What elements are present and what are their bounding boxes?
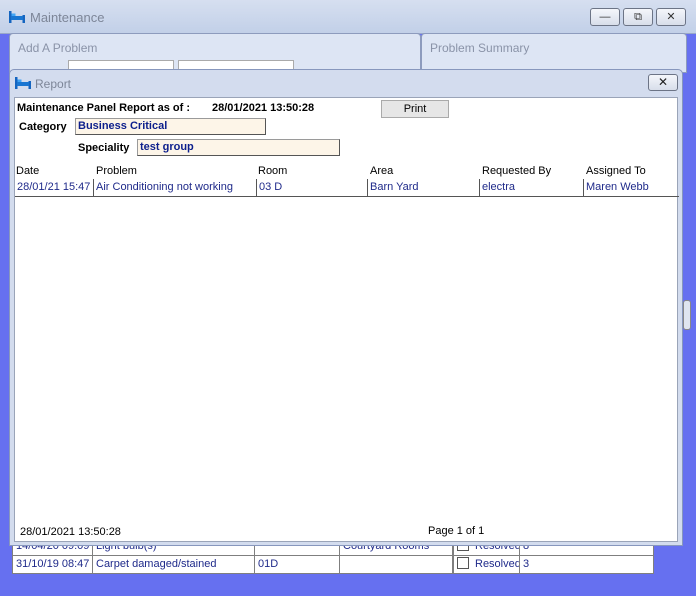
bg-row-room: 01D — [254, 555, 340, 574]
footer-datetime: 28/01/2021 13:50:28 — [20, 526, 121, 538]
main-window-title: Maintenance — [30, 10, 105, 25]
speciality-label: Speciality — [78, 142, 130, 154]
col-header-area: Area — [370, 165, 394, 177]
main-close-button[interactable]: ✕ — [656, 8, 686, 26]
report-header-datetime: 28/01/2021 13:50:28 — [212, 102, 315, 114]
row-date: 28/01/21 15:47 — [15, 179, 94, 197]
bg-row-problem: Carpet damaged/stained — [92, 555, 255, 574]
report-title: Report — [35, 77, 72, 91]
resolved-checkbox[interactable] — [457, 557, 469, 569]
bg-row-date: 31/10/19 08:47 — [12, 555, 93, 574]
report-header-label: Maintenance Panel Report as of : — [17, 102, 190, 114]
problem-summary-title: Problem Summary — [430, 41, 530, 55]
bg-row-status[interactable]: Resolved — [453, 555, 520, 574]
row-assigned-to: Maren Webb — [584, 179, 679, 197]
report-dialog: Report ✕ Maintenance Panel Report as of … — [9, 69, 683, 546]
bg-row-area — [339, 555, 453, 574]
bed-icon — [9, 11, 25, 23]
col-header-date: Date — [16, 165, 40, 177]
row-area: Barn Yard — [368, 179, 480, 197]
bed-icon — [15, 77, 31, 89]
page-info: Page 1 of 1 — [428, 525, 485, 537]
main-titlebar: Maintenance — ⧉ ✕ — [0, 0, 696, 34]
bg-scrollbar[interactable] — [683, 300, 691, 330]
row-requested-by: electra — [480, 179, 584, 197]
report-body: Maintenance Panel Report as of : 28/01/2… — [14, 97, 679, 542]
category-label: Category — [19, 121, 67, 133]
bg-row-status-label: Resolved — [475, 558, 520, 570]
report-close-button[interactable]: ✕ — [648, 74, 678, 91]
report-titlebar: Report ✕ — [10, 70, 682, 96]
category-value: Business Critical — [75, 118, 266, 135]
problem-summary-panel: Problem Summary — [421, 33, 687, 73]
row-room: 03 D — [257, 179, 368, 197]
bg-row-count: 3 — [519, 555, 654, 574]
restore-button[interactable]: ⧉ — [623, 8, 653, 26]
row-problem: Air Conditioning not working — [94, 179, 257, 197]
add-problem-title: Add A Problem — [18, 41, 98, 55]
minimize-button[interactable]: — — [590, 8, 620, 26]
col-header-problem: Problem — [96, 165, 137, 177]
col-header-room: Room — [258, 165, 288, 177]
col-header-requested-by: Requested By — [482, 165, 552, 177]
print-button[interactable]: Print — [381, 100, 449, 118]
col-header-assigned-to: Assigned To — [586, 165, 646, 177]
speciality-value: test group — [137, 139, 340, 156]
